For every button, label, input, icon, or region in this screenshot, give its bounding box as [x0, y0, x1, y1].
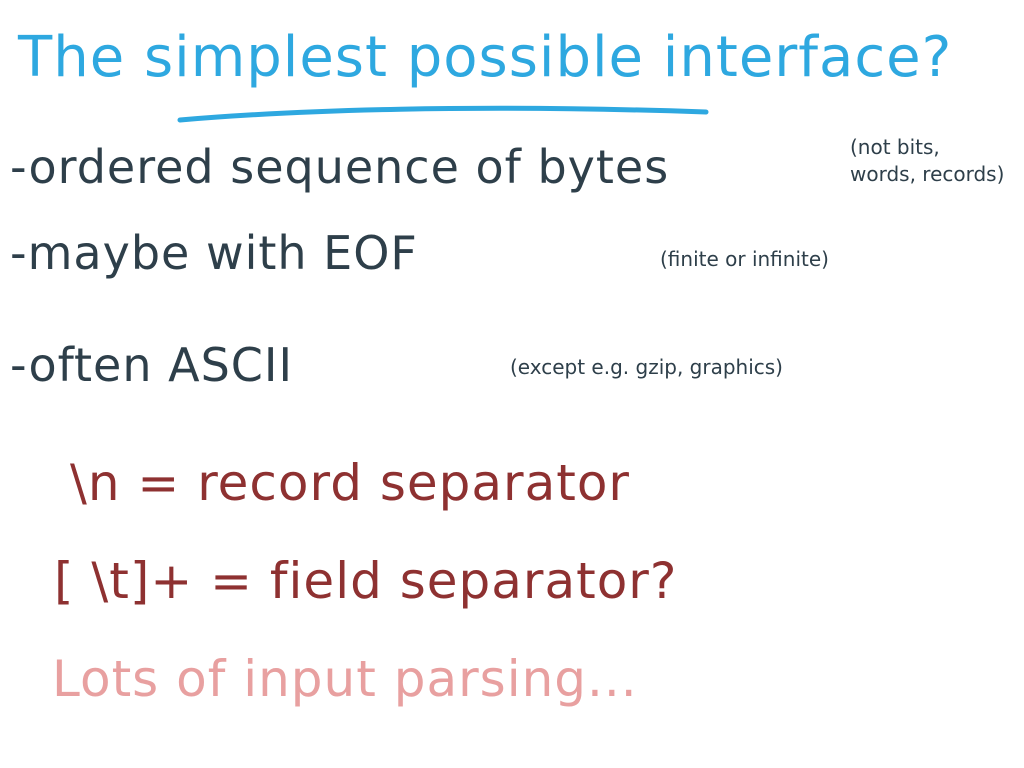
bullet-maybe-eof: -maybe with EOF: [10, 226, 418, 280]
note-except-gzip: (except e.g. gzip, graphics): [510, 355, 783, 379]
slide-title: The simplest possible interface?: [18, 25, 953, 90]
note-finite-infinite: (finite or infinite): [660, 247, 829, 271]
note-not-bits: (not bits, words, records): [850, 134, 1004, 188]
input-parsing-line: Lots of input parsing...: [52, 650, 638, 708]
note-not-bits-line2: words, records): [850, 162, 1005, 186]
record-separator-line: \n = record separator: [70, 454, 630, 512]
title-underline: [177, 105, 709, 123]
note-not-bits-line1: (not bits,: [850, 135, 940, 159]
bullet-often-ascii: -often ASCII: [10, 338, 294, 392]
bullet-ordered-sequence: -ordered sequence of bytes: [10, 140, 670, 194]
field-separator-line: [ \t]+ = field separator?: [54, 552, 678, 610]
slide: The simplest possible interface? -ordere…: [0, 0, 1024, 768]
